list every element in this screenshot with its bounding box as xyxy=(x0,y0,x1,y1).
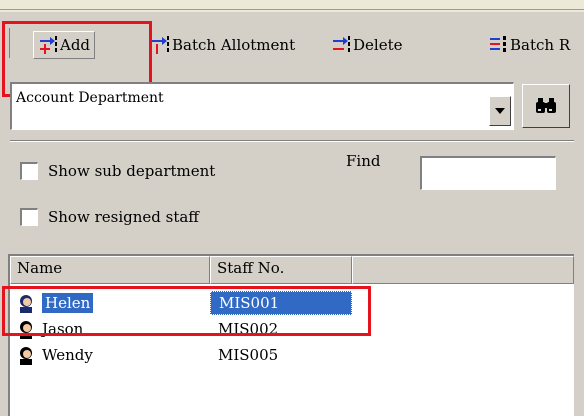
department-value: Account Department xyxy=(16,90,164,106)
show-sub-department-label: Show sub department xyxy=(48,162,216,180)
show-resigned-staff-option[interactable]: Show resigned staff xyxy=(20,208,199,226)
table-row[interactable]: Wendy MIS005 xyxy=(10,342,574,368)
department-select[interactable]: Account Department xyxy=(10,82,514,130)
binoculars-icon xyxy=(536,98,556,113)
batch-allotment-icon xyxy=(152,36,169,54)
table-row[interactable]: Jason MIS002 xyxy=(10,316,574,342)
chevron-down-icon xyxy=(495,108,505,114)
batch-label: Batch R xyxy=(510,36,571,54)
batch-button[interactable]: Batch R xyxy=(484,31,574,59)
delete-staff-icon xyxy=(333,36,350,52)
batch-icon xyxy=(490,36,506,52)
show-sub-department-checkbox[interactable] xyxy=(20,162,38,180)
find-label: Find xyxy=(346,152,381,170)
staff-name: Jason xyxy=(42,320,84,338)
person-icon xyxy=(20,295,32,313)
add-button[interactable]: Add xyxy=(33,31,96,59)
find-input[interactable] xyxy=(420,156,556,190)
person-icon xyxy=(20,321,32,339)
person-icon xyxy=(20,347,32,365)
staff-number: MIS001 xyxy=(210,291,352,315)
divider xyxy=(10,140,574,142)
show-resigned-staff-label: Show resigned staff xyxy=(48,208,199,226)
search-button[interactable] xyxy=(522,84,570,128)
column-header-empty xyxy=(352,256,574,284)
add-staff-icon xyxy=(40,36,57,54)
column-header-name[interactable]: Name xyxy=(10,256,210,284)
staff-list[interactable]: Name Staff No. Helen MIS001 Jason MIS002 xyxy=(8,254,574,416)
delete-button[interactable]: Delete xyxy=(327,31,406,59)
toolbar: Add Batch Allotment Delete Batch R xyxy=(0,12,584,74)
toolbar-grip[interactable] xyxy=(4,28,10,58)
window-top-strip xyxy=(0,0,584,12)
staff-number: MIS005 xyxy=(218,346,279,364)
batch-allotment-button[interactable]: Batch Allotment xyxy=(146,31,299,59)
show-sub-department-option[interactable]: Show sub department xyxy=(20,162,215,180)
staff-name: Helen xyxy=(42,293,94,313)
staff-number: MIS002 xyxy=(218,320,279,338)
delete-label: Delete xyxy=(353,36,403,54)
batch-allotment-label: Batch Allotment xyxy=(172,36,296,54)
staff-name: Wendy xyxy=(42,346,93,364)
column-header-staff-no[interactable]: Staff No. xyxy=(210,256,352,284)
table-row[interactable]: Helen MIS001 xyxy=(10,290,574,316)
add-label: Add xyxy=(60,36,91,54)
dropdown-button[interactable] xyxy=(489,96,511,126)
list-header: Name Staff No. xyxy=(10,256,574,284)
show-resigned-staff-checkbox[interactable] xyxy=(20,208,38,226)
